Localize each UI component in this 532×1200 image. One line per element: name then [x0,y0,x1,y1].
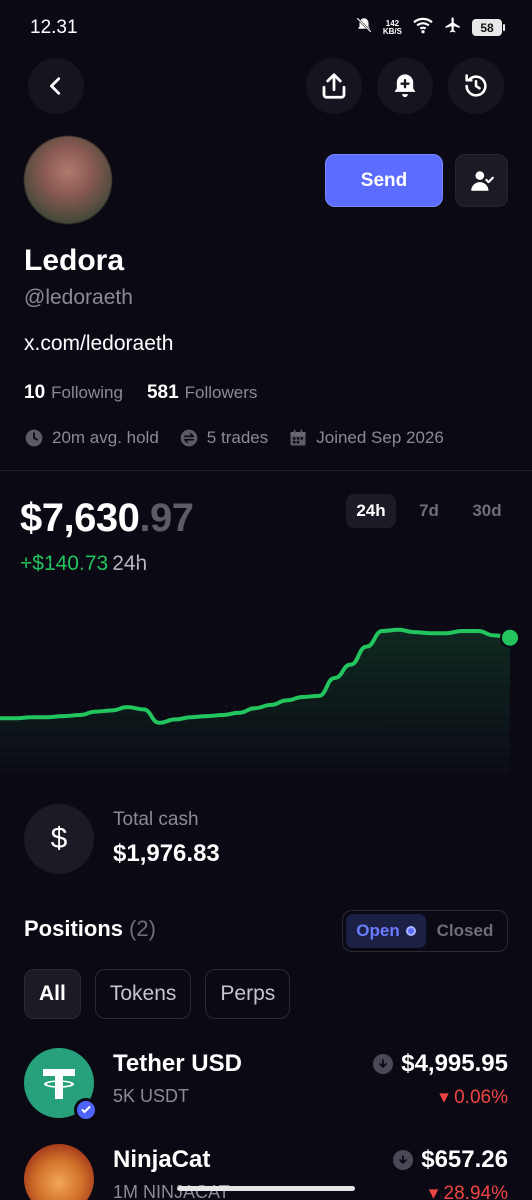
following-count: 10 [24,382,46,403]
open-tab[interactable]: Open [346,914,426,948]
balance-cents: .97 [139,496,194,540]
token-amount: 1M NINJACAT [113,1182,230,1200]
token-change: ▾ 0.06% [439,1087,508,1108]
ninjacat-logo-icon [24,1144,94,1200]
positions-label: Positions [24,916,124,941]
followers-count: 581 [146,382,179,403]
avg-hold-text: 20m avg. hold [52,428,159,447]
status-icons: 142 KB/S 58 [355,16,505,39]
wifi-icon [412,16,434,39]
clock-icon [25,429,43,447]
profile-link[interactable]: x.com/ledoraeth [24,332,173,356]
status-bar: 12.31 142 KB/S 58 [0,0,532,56]
token-change: ▾ 28.94% [428,1183,508,1200]
followers-label: Followers [184,383,258,402]
portfolio-balance: $7,630.97 [20,496,194,541]
filter-all[interactable]: All [24,969,81,1019]
mute-icon [355,16,373,39]
token-value: $657.26 [393,1146,508,1174]
token-amount: 5K USDT [113,1086,190,1106]
position-row-ninjacat[interactable]: NinjaCat 1M NINJACAT $657.26 ▾ 28.94% [24,1144,508,1200]
token-name: NinjaCat [113,1146,211,1173]
net-speed-unit: KB/S [382,26,402,36]
history-button[interactable] [448,58,504,114]
status-time: 12.31 [30,17,78,38]
airplane-icon [444,16,462,39]
home-indicator[interactable] [177,1186,355,1191]
open-closed-toggle: Open Closed [342,910,508,952]
profile-name: Ledora [24,244,125,277]
range-tab-24h[interactable]: 24h [346,494,396,528]
send-button[interactable]: Send [325,154,443,207]
open-label: Open [356,921,400,940]
closed-tab[interactable]: Closed [426,921,504,941]
network-speed: 142 KB/S [382,19,402,36]
battery-indicator: 58 [472,19,505,36]
chart-end-point [500,627,520,648]
range-tab-7d[interactable]: 7d [404,494,454,528]
token-value-text: $4,995.95 [401,1050,508,1077]
trades-text: 5 trades [206,428,269,447]
verified-icon [74,1098,98,1122]
arrow-down-icon [393,1150,414,1170]
alert-button[interactable] [377,58,433,114]
token-value: $4,995.95 [373,1050,508,1078]
token-name: Tether USD [113,1050,242,1077]
divider [0,470,532,471]
user-check-icon [470,170,494,191]
position-filters: All Tokens Perps [24,969,291,1019]
profile-handle: @ledoraeth [24,286,133,309]
open-dot-icon [405,926,416,936]
bell-plus-icon [394,74,416,98]
share-button[interactable] [306,58,362,114]
profile-meta: 20m avg. hold 5 trades Joined Sep 2026 [24,428,464,448]
following-label: Following [51,383,123,402]
calendar-icon [290,429,306,446]
positions-title: Positions (2) [24,916,156,942]
position-row-tether[interactable]: Tether USD 5K USDT $4,995.95 ▾ 0.06% [24,1048,508,1122]
follow-button[interactable] [455,154,508,207]
avg-hold: 20m avg. hold [24,428,159,448]
history-icon [465,74,487,97]
filter-tokens[interactable]: Tokens [94,969,192,1019]
joined: Joined Sep 2026 [288,428,444,448]
cash-value: $1,976.83 [113,840,220,867]
cash-label: Total cash [113,809,199,830]
back-icon [50,77,61,95]
arrow-down-icon [373,1054,394,1074]
joined-text: Joined Sep 2026 [316,428,444,447]
positions-count: (2) [129,916,156,941]
followers-stat[interactable]: 581 Followers [147,382,257,404]
share-icon [322,73,346,99]
range-tabs: 24h 7d 30d [346,494,512,528]
following-stat[interactable]: 10 Following [24,382,123,404]
swap-icon [180,429,198,447]
balance-main: $7,630 [20,496,140,540]
trades: 5 trades [179,428,268,448]
dollar-icon: $ [24,804,94,874]
avatar[interactable] [24,136,112,224]
token-value-text: $657.26 [421,1146,508,1173]
filter-perps[interactable]: Perps [205,969,291,1019]
back-button[interactable] [28,58,84,114]
follow-stats: 10 Following 581 Followers [24,382,257,404]
range-tab-30d[interactable]: 30d [462,494,512,528]
portfolio-chart[interactable] [0,560,532,780]
